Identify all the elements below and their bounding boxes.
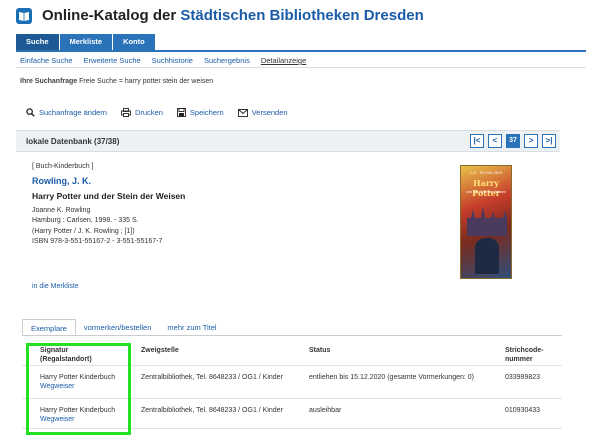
- subnav-detailanzeige[interactable]: Detailanzeige: [261, 56, 306, 65]
- print-button[interactable]: Drucken: [121, 108, 163, 117]
- add-to-merkliste-link[interactable]: in die Merkliste: [32, 283, 79, 290]
- subnav-einfache-suche[interactable]: Einfache Suche: [20, 56, 73, 65]
- current-page: 37: [506, 134, 520, 148]
- search-query: Ihre Suchanfrage Freie Suche = harry pot…: [20, 78, 213, 85]
- tab-suche[interactable]: Suche: [16, 34, 59, 50]
- result-count: lokale Datenbank (37/38): [26, 137, 120, 146]
- signatur-highlight-box: [26, 343, 131, 435]
- detail-tabs: Exemplare vormerken/bestellen mehr zum T…: [22, 319, 225, 335]
- save-label: Speichern: [189, 108, 224, 117]
- record-statement: Joanne K. Rowling: [32, 206, 91, 214]
- send-label: Versenden: [251, 108, 288, 117]
- send-button[interactable]: Versenden: [237, 108, 288, 117]
- row-strichcode: 033989823: [505, 374, 541, 381]
- row-status: entliehen bis 15.12.2020 (gesamte Vormer…: [309, 374, 474, 381]
- next-page-icon[interactable]: >: [524, 134, 538, 148]
- cover-figure-illustration: [475, 238, 499, 274]
- header-strichcode: Strichcode- nummer: [505, 346, 565, 364]
- title-prefix: Online-Katalog der: [42, 7, 177, 24]
- main-tabs: Suche Merkliste Konto: [16, 34, 156, 50]
- query-value: Freie Suche = harry potter stein der wei…: [79, 78, 214, 85]
- header-status: Status: [309, 347, 331, 354]
- subnav-suchhistorie[interactable]: Suchhistorie: [152, 56, 193, 65]
- print-icon: [121, 108, 131, 117]
- page-header: Online-Katalog der Städtischen Bibliothe…: [16, 6, 586, 30]
- tab-merkliste[interactable]: Merkliste: [59, 34, 113, 50]
- page-title: Online-Katalog der Städtischen Bibliothe…: [42, 7, 424, 24]
- tab-divider: [16, 50, 586, 52]
- cover-author: J.K. ROWLING: [469, 170, 503, 175]
- subnav-erweiterte-suche[interactable]: Erweiterte Suche: [84, 56, 141, 65]
- query-label: Ihre Suchanfrage: [20, 78, 78, 85]
- record-author[interactable]: Rowling, J. K.: [32, 176, 185, 187]
- record-type: [ Buch-Kinderbuch ]: [32, 163, 94, 170]
- tab-vormerken-bestellen[interactable]: vormerken/bestellen: [76, 319, 160, 335]
- header-strichcode-line2: nummer: [505, 356, 533, 363]
- record-isbn: ISBN 978-3-551-55167-2 - 3-551-55167-7: [32, 238, 163, 245]
- mail-icon: [237, 108, 248, 117]
- tab-mehr-zum-titel[interactable]: mehr zum Titel: [159, 319, 224, 335]
- save-icon: [176, 108, 186, 117]
- header-zweigstelle: Zweigstelle: [141, 347, 179, 354]
- cover-castle-illustration: [467, 206, 507, 236]
- book-cover-image: J.K. ROWLING Harry Potter und der Stein …: [460, 165, 512, 279]
- tab-konto[interactable]: Konto: [113, 34, 155, 50]
- book-icon: [16, 8, 32, 24]
- tab-exemplare[interactable]: Exemplare: [22, 319, 76, 335]
- record-details: [ Buch-Kinderbuch ] Rowling, J. K. Harry…: [32, 162, 185, 248]
- modify-search-label: Suchanfrage ändern: [39, 108, 107, 117]
- modify-search-button[interactable]: Suchanfrage ändern: [26, 108, 107, 117]
- detail-tabs-divider: [22, 335, 562, 336]
- search-icon: [26, 108, 35, 117]
- title-accent: Städtischen Bibliotheken Dresden: [180, 7, 424, 24]
- prev-page-icon[interactable]: <: [488, 134, 502, 148]
- header-strichcode-line1: Strichcode-: [505, 347, 544, 354]
- last-page-icon[interactable]: >|: [542, 134, 556, 148]
- save-button[interactable]: Speichern: [176, 108, 224, 117]
- cover-subtitle: und der Stein der Weisen: [466, 190, 506, 194]
- cover-title: Harry Potter: [472, 178, 500, 198]
- subnav-divider: [16, 67, 586, 68]
- result-header-bar: lokale Datenbank (37/38) |< < 37 > >|: [16, 130, 560, 152]
- pagination: |< < 37 > >|: [470, 134, 556, 148]
- record-publication: Hamburg : Carlsen, 1998. - 335 S.: [32, 217, 139, 224]
- row-zweigstelle: Zentralbibliothek, Tel. 8648233 / OG1 / …: [141, 374, 283, 381]
- sub-navigation: Einfache Suche Erweiterte Suche Suchhist…: [20, 56, 306, 65]
- subnav-suchergebnis[interactable]: Suchergebnis: [204, 56, 250, 65]
- record-title: Harry Potter und der Stein der Weisen: [32, 191, 186, 201]
- record-series: (Harry Potter / J. K. Rowling ; [1]): [32, 227, 135, 235]
- row-zweigstelle: Zentralbibliothek, Tel. 8648233 / OG1 / …: [141, 407, 283, 414]
- row-strichcode: 010930433: [505, 407, 541, 414]
- first-page-icon[interactable]: |<: [470, 134, 484, 148]
- print-label: Drucken: [134, 108, 163, 117]
- row-status: ausleihbar: [309, 407, 342, 414]
- action-bar: Suchanfrage ändern Drucken Speichern Ver…: [26, 108, 288, 117]
